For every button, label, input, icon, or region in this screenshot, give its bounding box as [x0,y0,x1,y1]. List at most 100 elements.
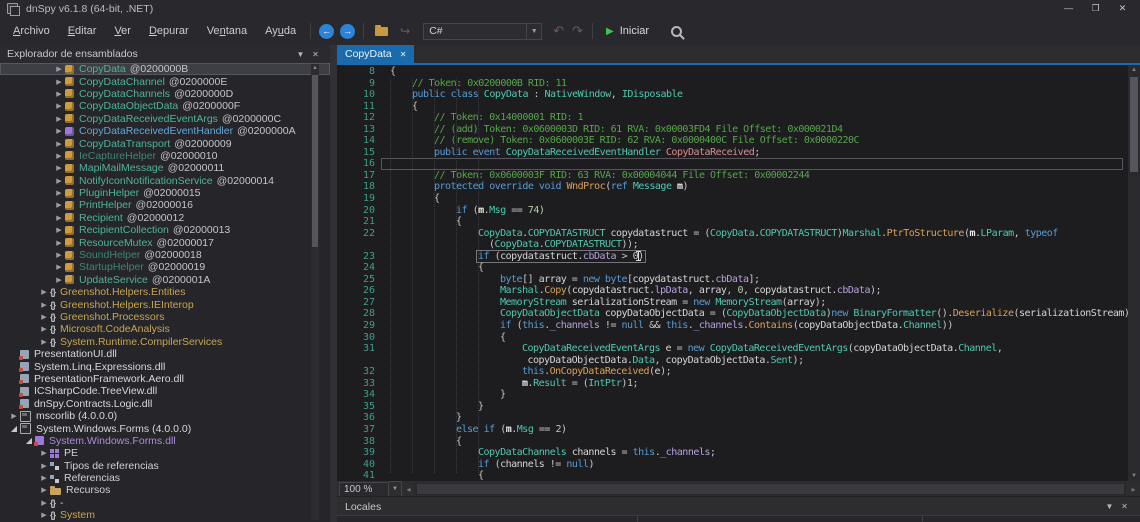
scrollbar-thumb[interactable] [417,484,1124,494]
tree-item-recursos[interactable]: ▶Recursos [0,484,330,496]
scroll-up-icon[interactable]: ▲ [311,65,319,71]
code-line-22[interactable]: 22CopyData.COPYDATASTRUCT copydatastruct… [337,228,1128,240]
tree-item-notifyiconnotificationservice[interactable]: ▶NotifyIconNotificationService@02000014 [0,175,330,187]
code-line-18[interactable]: 18protected override void WndProc(ref Me… [337,181,1128,193]
tree-item-soundhelper[interactable]: ▶SoundHelper@02000018 [0,249,330,261]
collapsed-icon[interactable]: ▶ [53,152,65,160]
code-line-21[interactable]: 21{ [337,216,1128,228]
code-line-27[interactable]: 27MemoryStream serializationStream = new… [337,297,1128,309]
restore-icon[interactable]: ❐ [1082,0,1109,17]
collapsed-icon[interactable]: ▶ [53,140,65,148]
collapsed-icon[interactable]: ▶ [53,189,65,197]
collapsed-icon[interactable]: ▶ [38,462,50,470]
chevron-down-icon[interactable]: ▼ [389,481,402,498]
collapsed-icon[interactable]: ▶ [53,214,65,222]
navigate-forward-icon[interactable]: → [340,24,355,39]
scrollbar-thumb[interactable] [1130,77,1138,172]
scroll-down-icon[interactable]: ▼ [1128,473,1140,479]
tree-item-microsoft-codeanalysis[interactable]: ▶{}Microsoft.CodeAnalysis [0,323,330,335]
collapsed-icon[interactable]: ▶ [53,90,65,98]
code-view[interactable]: 8{9// Token: 0x0200000B RID: 1110public … [337,65,1128,481]
tree-item-system[interactable]: ▶{}System [0,509,330,521]
code-line-8[interactable]: 8{ [337,66,1128,78]
tab-copydata[interactable]: CopyData ✕ [337,45,414,63]
tree-item-pe[interactable]: ▶PE [0,447,330,459]
tree-item-presentationui-dll[interactable]: PresentationUI.dll [0,348,330,360]
collapsed-icon[interactable]: ▶ [53,102,65,110]
scrollbar-thumb[interactable] [312,75,318,247]
code-line-24[interactable]: 24{ [337,262,1128,274]
collapsed-icon[interactable]: ▶ [53,164,65,172]
editor-vertical-scrollbar[interactable]: ▲ ▼ [1128,65,1140,481]
collapsed-icon[interactable]: ▶ [53,201,65,209]
search-icon[interactable] [671,26,682,37]
tree-item-referencias[interactable]: ▶Referencias [0,472,330,484]
tree-item-icsharpcode-treeview-dll[interactable]: ICSharpCode.TreeView.dll [0,385,330,397]
zoom-level-select[interactable]: 100 % [339,482,389,497]
code-line-17[interactable]: 17// Token: 0x0600003F RID: 63 RVA: 0x00… [337,170,1128,182]
tree-item-copydataobjectdata[interactable]: ▶CopyDataObjectData@0200000F [0,100,330,112]
language-select[interactable]: C# ▼ [423,23,542,40]
tree-item-system-runtime-compilerservices[interactable]: ▶{}System.Runtime.CompilerServices [0,336,330,348]
collapsed-icon[interactable]: ▶ [53,276,65,284]
chevron-down-icon[interactable]: ▼ [526,24,541,39]
code-line-10[interactable]: 10public class CopyData : NativeWindow, … [337,89,1128,101]
collapsed-icon[interactable]: ▶ [38,449,50,457]
menu-ver[interactable]: Ver [105,22,140,40]
go-to-entrypoint-icon[interactable]: ↪ [400,24,410,38]
panel-menu-icon[interactable]: ▼ [1102,502,1117,511]
code-line-34[interactable]: 34} [337,389,1128,401]
code-line-9[interactable]: 9// Token: 0x0200000B RID: 11 [337,78,1128,90]
tree-item-resourcemutex[interactable]: ▶ResourceMutex@02000017 [0,236,330,248]
tree-item-mscorlib-4-0-0-0[interactable]: ▶mscorlib (4.0.0.0) [0,410,330,422]
code-line-35[interactable]: 35} [337,401,1128,413]
tree-item-system-windows-forms-dll[interactable]: ◢System.Windows.Forms.dll [0,435,330,447]
collapsed-icon[interactable]: ▶ [38,288,50,296]
tree-item-startuphelper[interactable]: ▶StartupHelper@02000019 [0,261,330,273]
menu-editar[interactable]: Editar [59,22,106,40]
code-line-41[interactable]: 41{ [337,470,1128,481]
tree-item-copydatachannel[interactable]: ▶CopyDataChannel@0200000E [0,75,330,87]
tree-item-system-linq-expressions-dll[interactable]: System.Linq.Expressions.dll [0,360,330,372]
menu-ventana[interactable]: Ventana [198,22,256,40]
collapsed-icon[interactable]: ▶ [53,263,65,271]
code-line-20[interactable]: 20if (m.Msg == 74) [337,205,1128,217]
tree-item-recipientcollection[interactable]: ▶RecipientCollection@02000013 [0,224,330,236]
tree-item-system-windows-forms-4-0-0-0[interactable]: ◢System.Windows.Forms (4.0.0.0) [0,422,330,434]
code-line-38[interactable]: 38{ [337,436,1128,448]
tree-item-copydatareceivedeventhandler[interactable]: ▶CopyDataReceivedEventHandler@0200000A [0,125,330,137]
tree-item-copydatareceivedeventargs[interactable]: ▶CopyDataReceivedEventArgs@0200000C [0,113,330,125]
scroll-right-icon[interactable]: ▸ [1127,485,1140,494]
code-line-40[interactable]: 40if (channels != null) [337,459,1128,471]
tree-item-pluginhelper[interactable]: ▶PluginHelper@02000015 [0,187,330,199]
code-line-36[interactable]: 36} [337,412,1128,424]
code-line-33[interactable]: 33m.Result = (IntPtr)1; [337,378,1128,390]
collapsed-icon[interactable]: ▶ [53,177,65,185]
collapsed-icon[interactable]: ▶ [53,239,65,247]
open-file-icon[interactable] [375,27,388,36]
start-debug-icon[interactable]: ▶ [606,26,614,37]
scroll-left-icon[interactable]: ◂ [402,485,415,494]
collapsed-icon[interactable]: ▶ [53,78,65,86]
tree-item-updateservice[interactable]: ▶UpdateService@0200001A [0,274,330,286]
tree-item-greenshot-helpers-ieinterop[interactable]: ▶{}Greenshot.Helpers.IEInterop [0,298,330,310]
undo-icon[interactable]: ↶ [553,24,564,38]
code-line-25[interactable]: 25byte[] array = new byte[copydatastruct… [337,274,1128,286]
tree-item-copydatachannels[interactable]: ▶CopyDataChannels@0200000D [0,88,330,100]
tree-item-copydata[interactable]: ▶CopyData@0200000B [0,63,330,75]
tree-item-presentationframework-aero-dll[interactable]: PresentationFramework.Aero.dll [0,373,330,385]
code-line-32[interactable]: 32this.OnCopyDataReceived(e); [337,366,1128,378]
tree-item-mapimailmessage[interactable]: ▶MapiMailMessage@02000011 [0,162,330,174]
menu-depurar[interactable]: Depurar [140,22,198,40]
code-line-14[interactable]: 14// (remove) Token: 0x0600003E RID: 62 … [337,135,1128,147]
tree-item-item[interactable]: ▶{}- [0,497,330,509]
collapsed-icon[interactable]: ▶ [38,511,50,519]
collapsed-icon[interactable]: ▶ [53,226,65,234]
start-button[interactable]: Iniciar [620,25,649,37]
scroll-up-icon[interactable]: ▲ [1128,67,1140,73]
tree-item-greenshot-helpers-entities[interactable]: ▶{}Greenshot.Helpers.Entities [0,286,330,298]
collapsed-icon[interactable]: ▶ [8,412,20,420]
panel-splitter[interactable] [330,45,337,522]
collapsed-icon[interactable]: ▶ [38,325,50,333]
tree-item-tipos-de-referencias[interactable]: ▶Tipos de referencias [0,460,330,472]
